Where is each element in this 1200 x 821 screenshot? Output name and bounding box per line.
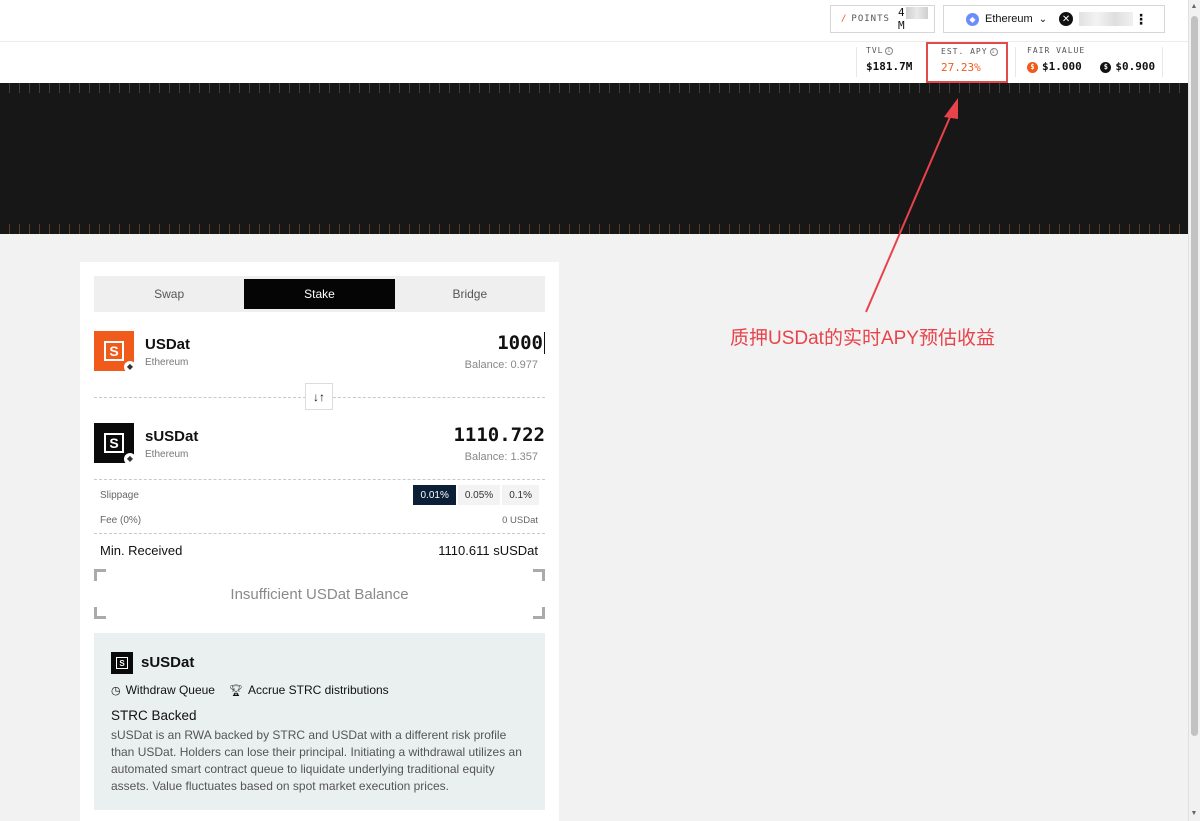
min-received-value: 1110.611 sUSDat — [438, 543, 538, 558]
hero-banner — [0, 83, 1188, 234]
stake-card: Swap Stake Bridge S ◆ USDat Ethereum 100… — [80, 262, 559, 821]
info-features: ◷ Withdraw Queue 🏆︎ Accrue STRC distributi… — [111, 683, 403, 697]
swap-direction-button[interactable]: ↓↑ — [305, 383, 333, 410]
susdat-info-panel: S sUSDat ◷ Withdraw Queue 🏆︎ Accrue STRC d… — [94, 633, 545, 810]
apy-value: 27.23% — [941, 61, 981, 74]
swap-arrows-icon: ↓↑ — [313, 389, 325, 404]
from-balance: Balance: 0.977 — [464, 359, 538, 371]
redacted-blur — [905, 7, 928, 19]
banner-ticks-top — [0, 83, 1188, 93]
wallet-avatar-icon: ✕ — [1059, 12, 1074, 26]
usdat-logo-icon: S ◆ — [94, 331, 136, 373]
est-apy-stat: EST. APY i 27.23% — [926, 42, 1008, 83]
tab-swap[interactable]: Swap — [94, 276, 244, 312]
to-amount-output: 1110.722 — [453, 424, 545, 446]
cta-label: Insufficient USDat Balance — [230, 585, 409, 603]
susdat-logo-icon: S ◆ — [94, 423, 136, 465]
min-received-label: Min. Received — [100, 543, 183, 558]
corner-bracket — [94, 569, 106, 581]
mode-tabs: Swap Stake Bridge — [94, 276, 545, 312]
insufficient-balance-button[interactable]: Insufficient USDat Balance — [94, 569, 545, 619]
info-heading: STRC Backed — [111, 708, 197, 723]
usdat-coin-icon: $ — [1027, 61, 1038, 73]
scroll-down-icon[interactable]: ▼ — [1190, 810, 1198, 818]
ethereum-badge-icon: ◆ — [124, 453, 136, 465]
s-mark-icon: S — [116, 657, 128, 669]
apy-label: EST. APY — [941, 47, 988, 56]
wallet-address-redacted — [1079, 12, 1134, 26]
stats-row: TVL i $181.7M EST. APY i 27.23% FAIR VALUE… — [0, 42, 1188, 83]
chevron-down-icon[interactable]: ⌄ — [1039, 14, 1047, 25]
to-token-row: S ◆ sUSDat Ethereum 1110.722 Balance: 1.… — [94, 423, 545, 473]
fee-value: 0 USDat — [502, 515, 538, 526]
points-value: 4M — [898, 6, 934, 32]
corner-bracket — [533, 607, 545, 619]
slippage-option-0-01[interactable]: 0.01% — [413, 485, 456, 505]
ethereum-icon: ◆ — [966, 12, 979, 26]
slash-icon: / — [841, 14, 848, 24]
to-balance: Balance: 1.357 — [464, 451, 538, 463]
annotation-text: 质押USDat的实时APY预估收益 — [730, 328, 995, 349]
fair-value-label: FAIR VALUE — [1027, 46, 1086, 55]
network-name: Ethereum — [985, 13, 1033, 25]
fair-value-stat: FAIR VALUE $ $1.000 $ $0.900 — [1027, 46, 1177, 80]
from-token-row: S ◆ USDat Ethereum 1000 Balance: 0.977 — [94, 331, 545, 381]
divider — [94, 479, 545, 480]
feature-label: Withdraw Queue — [125, 683, 215, 697]
corner-bracket — [533, 569, 545, 581]
to-token-symbol: sUSDat — [145, 428, 199, 445]
feature-withdraw-queue: ◷ Withdraw Queue — [111, 683, 215, 697]
ethereum-badge-icon: ◆ — [124, 361, 136, 373]
divider — [1015, 47, 1016, 77]
info-icon[interactable]: i — [989, 47, 998, 56]
slippage-options: 0.01% 0.05% 0.1% — [411, 485, 539, 505]
slippage-label: Slippage — [100, 490, 139, 501]
divider — [94, 533, 545, 534]
slippage-option-0-05[interactable]: 0.05% — [457, 485, 501, 505]
points-value-prefix: 4 — [897, 6, 905, 19]
fair-value-usdat: $1.000 — [1042, 60, 1082, 73]
from-amount-input[interactable]: 1000 — [497, 332, 545, 354]
info-description: sUSDat is an RWA backed by STRC and USDa… — [111, 728, 522, 793]
tvl-value: $181.7M — [866, 60, 913, 73]
to-token-chain: Ethereum — [145, 449, 189, 460]
feature-accrue-strc: 🏆︎ Accrue STRC distributions — [229, 683, 389, 697]
points-label: POINTS — [851, 14, 890, 24]
network-wallet-selector[interactable]: ◆ Ethereum ⌄ ✕ ⋮ — [943, 5, 1165, 33]
divider — [1162, 47, 1163, 77]
page-scrollbar[interactable]: ▲ ▼ — [1188, 0, 1200, 821]
divider — [856, 47, 857, 77]
scrollbar-thumb[interactable] — [1191, 16, 1198, 736]
slippage-option-0-1[interactable]: 0.1% — [502, 485, 539, 505]
points-badge[interactable]: / POINTS 4M — [830, 5, 935, 33]
clock-icon: ◷ — [111, 684, 121, 697]
susdat-logo-icon: S — [111, 652, 133, 674]
fee-label: Fee (0%) — [100, 515, 142, 526]
tab-bridge[interactable]: Bridge — [395, 276, 545, 312]
fair-value-susdat: $0.900 — [1115, 60, 1156, 73]
tvl-label: TVL — [866, 46, 884, 55]
s-mark-icon: S — [104, 341, 124, 361]
info-title: sUSDat — [141, 654, 195, 671]
s-mark-icon: S — [104, 433, 124, 453]
from-token-symbol: USDat — [145, 336, 191, 353]
scroll-up-icon[interactable]: ▲ — [1190, 3, 1198, 11]
fair-value-values: $ $1.000 $ $0.900 — [1027, 60, 1177, 73]
tab-stake[interactable]: Stake — [244, 279, 395, 309]
corner-bracket — [94, 607, 106, 619]
feature-label: Accrue STRC distributions — [247, 683, 389, 697]
susdat-coin-icon: $ — [1100, 61, 1112, 73]
points-value-suffix: M — [897, 19, 905, 32]
banner-ticks-bottom — [0, 224, 1188, 234]
more-options-icon[interactable]: ⋮ — [1134, 12, 1148, 26]
top-bar: / POINTS 4M ◆ Ethereum ⌄ ✕ ⋮ — [0, 0, 1188, 42]
from-token-chain: Ethereum — [145, 357, 189, 368]
tvl-stat: TVL i $181.7M — [866, 46, 922, 80]
trophy-icon: 🏆︎ — [228, 684, 243, 697]
info-icon[interactable]: i — [885, 46, 894, 55]
